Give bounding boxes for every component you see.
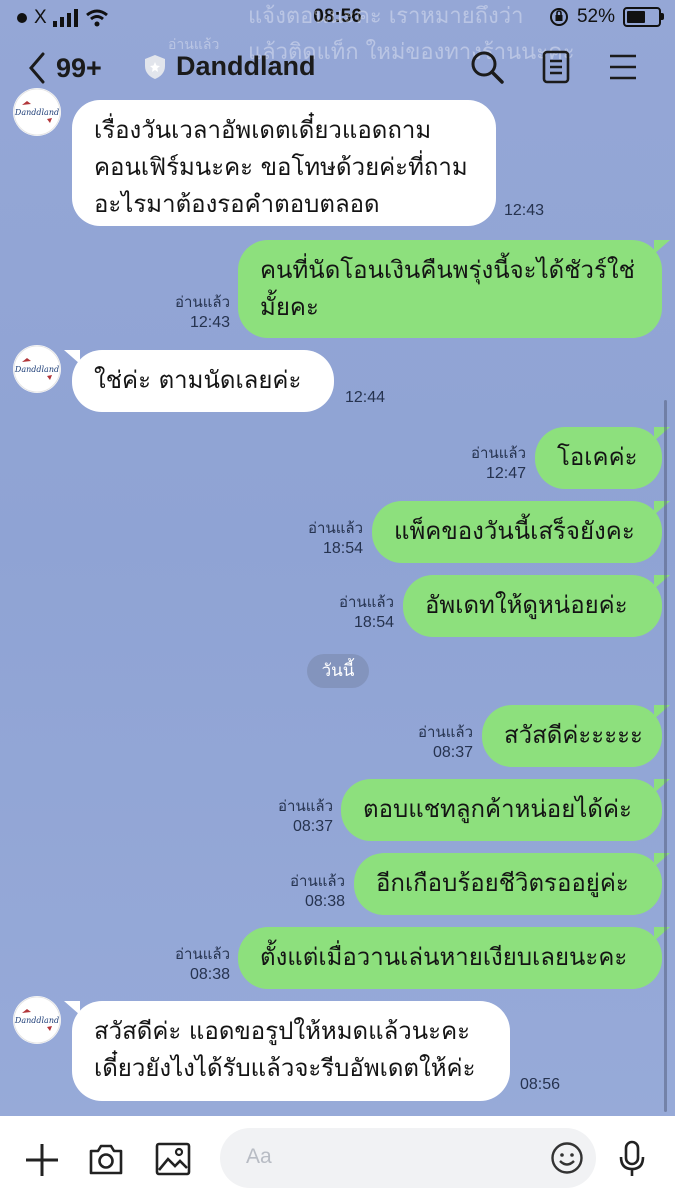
back-button[interactable]: 99+ — [28, 52, 102, 84]
message-line: คนที่นัดโอนเงินคืนพรุ่งนี้จะได้ชัวร์ใช่ — [260, 256, 635, 284]
chat-title[interactable]: Danddland — [144, 51, 316, 82]
message-time: 08:38 — [189, 966, 230, 983]
message-meta: อ่านแล้ว 18:54 — [283, 519, 363, 559]
message-time: 12:43 — [504, 202, 545, 219]
message-bubble-incoming[interactable]: ใช่ค่ะ ตามนัดเลยค่ะ — [64, 350, 334, 412]
battery-percent: 52% — [576, 6, 615, 27]
shield-icon — [145, 54, 165, 79]
message-bubble-incoming[interactable]: สวัสดีค่ะ แอดขอรูปให้หมดแล้วนะคะ เดี๋ยวย… — [64, 1001, 510, 1101]
message-bubble-outgoing[interactable]: แพ็คของวันนี้เสร็จยังคะ — [372, 501, 670, 563]
message-line: สวัสดีค่ะ แอดขอรูปให้หมดแล้วนะคะ — [94, 1017, 471, 1045]
background-text-1: แจ้งตอนนะคะ เราหมายถึงว่า — [248, 4, 524, 29]
message-line: อีกเกือบร้อยชีวิตรออยู่ค่ะ — [376, 869, 629, 897]
message-meta: อ่านแล้ว 08:38 — [150, 945, 230, 985]
read-receipt: อ่านแล้ว — [418, 724, 473, 741]
message-line: ตั้งแต่เมื่อวานเล่นหายเงียบเลยนะคะ — [260, 943, 628, 971]
message-time: 12:44 — [345, 389, 386, 406]
rotation-lock-icon — [549, 8, 568, 26]
avatar-text: Danddland — [14, 365, 59, 374]
message-meta: อ่านแล้ว 18:54 — [314, 593, 394, 633]
avatar[interactable]: Danddland — [13, 996, 61, 1044]
avatar-text: Danddland — [14, 1016, 59, 1025]
battery-icon — [623, 7, 664, 27]
emoji-icon[interactable] — [550, 1141, 584, 1175]
message-bubble-outgoing[interactable]: โอเคค่ะ — [535, 427, 670, 489]
message-time: 18:54 — [322, 540, 363, 557]
message-meta: อ่านแล้ว 12:43 — [150, 293, 230, 333]
message-time: 08:37 — [432, 744, 473, 761]
microphone-icon[interactable] — [618, 1140, 646, 1178]
message-meta: อ่านแล้ว 08:37 — [253, 797, 333, 837]
message-meta: อ่านแล้ว 08:37 — [393, 723, 473, 763]
message-line: อะไรมาต้องรอคำตอบตลอด — [94, 190, 380, 218]
message-bubble-outgoing[interactable]: อัพเดทให้ดูหน่อยค่ะ — [403, 575, 670, 637]
message-line: สวัสดีค่ะะะะะ — [504, 721, 643, 749]
message-line: โอเคค่ะ — [557, 443, 638, 471]
avatar[interactable]: Danddland — [13, 88, 61, 136]
message-meta: อ่านแล้ว 08:38 — [265, 872, 345, 912]
message-bubble-outgoing[interactable]: สวัสดีค่ะะะะะ — [482, 705, 670, 767]
read-receipt: อ่านแล้ว — [290, 873, 345, 890]
read-receipt: อ่านแล้ว — [175, 294, 230, 311]
camera-icon[interactable] — [88, 1142, 124, 1176]
date-separator: วันนี้ — [307, 654, 369, 688]
message-line: เรื่องวันเวลาอัพเดตเดี๋ยวแอดถาม — [94, 116, 432, 144]
message-time: 12:43 — [189, 314, 230, 331]
message-time: 08:37 — [292, 818, 333, 835]
message-line: ตอบแชทลูกค้าหน่อยได้ค่ะ — [363, 795, 632, 823]
unread-count: 99+ — [56, 52, 102, 83]
avatar-text: Danddland — [14, 108, 59, 117]
message-time: 12:47 — [485, 465, 526, 482]
message-input[interactable]: Aa — [220, 1128, 596, 1188]
message-line: เดี๋ยวยังไงได้รับแล้วจะรีบอัพเดตให้ค่ะ — [94, 1054, 476, 1082]
message-line: มั้ยคะ — [260, 293, 319, 321]
message-bubble-outgoing[interactable]: ตั้งแต่เมื่อวานเล่นหายเงียบเลยนะคะ — [238, 927, 670, 989]
message-input-bar: Aa — [0, 1116, 675, 1200]
message-time: 08:56 — [520, 1076, 561, 1093]
message-line: อัพเดทให้ดูหน่อยค่ะ — [425, 591, 628, 619]
message-meta: อ่านแล้ว 12:47 — [446, 444, 526, 484]
message-time: 18:54 — [353, 614, 394, 631]
scrollbar[interactable] — [664, 400, 667, 1112]
menu-icon[interactable] — [609, 54, 637, 80]
read-receipt: อ่านแล้ว — [471, 445, 526, 462]
message-time: 08:38 — [304, 893, 345, 910]
message-line: แพ็คของวันนี้เสร็จยังคะ — [394, 517, 635, 545]
plus-icon[interactable] — [24, 1142, 60, 1178]
message-bubble-outgoing[interactable]: ตอบแชทลูกค้าหน่อยได้ค่ะ — [341, 779, 670, 841]
read-receipt: อ่านแล้ว — [308, 520, 363, 537]
message-line: คอนเฟิร์มนะคะ ขอโทษด้วยค่ะที่ถาม — [94, 153, 468, 181]
read-receipt: อ่านแล้ว — [339, 594, 394, 611]
chevron-left-icon — [29, 52, 45, 84]
avatar[interactable]: Danddland — [13, 345, 61, 393]
input-placeholder: Aa — [246, 1145, 272, 1168]
message-bubble-outgoing[interactable]: อีกเกือบร้อยชีวิตรออยู่ค่ะ — [354, 853, 670, 915]
read-receipt: อ่านแล้ว — [175, 946, 230, 963]
notes-icon[interactable] — [542, 50, 570, 84]
message-line: ใช่ค่ะ ตามนัดเลยค่ะ — [94, 366, 302, 394]
status-right: 52% — [549, 6, 664, 28]
read-receipt: อ่านแล้ว — [278, 798, 333, 815]
chat-name: Danddland — [176, 51, 316, 81]
image-icon[interactable] — [155, 1142, 191, 1176]
message-bubble-incoming[interactable]: เรื่องวันเวลาอัพเดตเดี๋ยวแอดถาม คอนเฟิร์… — [72, 100, 496, 226]
chat-header: 99+ Danddland — [0, 38, 675, 100]
search-icon[interactable] — [470, 50, 504, 84]
message-bubble-outgoing[interactable]: คนที่นัดโอนเงินคืนพรุ่งนี้จะได้ชัวร์ใช่ … — [238, 240, 670, 338]
